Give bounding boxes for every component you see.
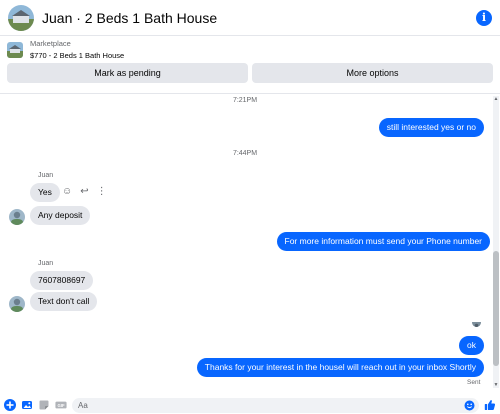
message-bubble-incoming[interactable]: 7607808697 <box>30 271 94 290</box>
sticker-icon[interactable] <box>38 399 50 411</box>
message-bubble-outgoing[interactable]: For more information must send your Phon… <box>276 232 490 251</box>
message-composer: GIF <box>0 396 500 414</box>
message-bubble-incoming[interactable]: Text don't call <box>30 292 98 311</box>
marketplace-label: Marketplace <box>30 39 71 48</box>
mark-as-pending-button[interactable]: Mark as pending <box>7 63 248 83</box>
marketplace-banner: Marketplace $770 - 2 Beds 1 Bath House M… <box>0 37 500 92</box>
timestamp: 7:21PM <box>232 97 258 104</box>
message-input-container <box>72 397 479 413</box>
thread-scrollbar[interactable]: ▲ ▼ <box>493 96 499 388</box>
reply-icon[interactable]: ↩ <box>80 186 88 197</box>
message-bubble-incoming[interactable]: Any deposit <box>30 206 91 225</box>
sender-name: Juan <box>38 172 54 179</box>
seen-avatar-icon <box>472 318 481 327</box>
more-options-button[interactable]: More options <box>252 63 493 83</box>
message-bubble-outgoing[interactable]: still interested yes or no <box>378 118 484 137</box>
sender-avatar[interactable] <box>9 209 25 225</box>
scroll-down-arrow-icon[interactable]: ▼ <box>493 382 499 388</box>
listing-text: Marketplace $770 - 2 Beds 1 Bath House <box>30 39 124 61</box>
chat-header: Juan · 2 Beds 1 Bath House i <box>0 0 500 36</box>
listing-row[interactable]: Marketplace $770 - 2 Beds 1 Bath House <box>0 37 500 63</box>
like-icon[interactable] <box>484 399 496 411</box>
message-actions: ☺ ↩ ⋮ <box>62 186 107 197</box>
listing-actions: Mark as pending More options <box>0 63 500 83</box>
listing-thumbnail <box>7 42 23 58</box>
svg-text:GIF: GIF <box>57 403 65 408</box>
message-input[interactable] <box>78 400 463 410</box>
emoji-icon[interactable] <box>463 399 475 411</box>
listing-avatar[interactable] <box>8 4 34 31</box>
message-bubble-incoming[interactable]: Yes <box>30 183 60 202</box>
message-bubble-outgoing[interactable]: Thanks for your interest in the housel w… <box>196 358 484 377</box>
scroll-up-arrow-icon[interactable]: ▲ <box>493 96 499 102</box>
messenger-chat-window: Juan · 2 Beds 1 Bath House i Marketplace… <box>0 0 500 414</box>
timestamp: 7:44PM <box>232 150 258 157</box>
more-icon[interactable]: ⋮ <box>97 186 107 197</box>
photo-icon[interactable] <box>21 399 33 411</box>
react-icon[interactable]: ☺ <box>62 186 72 197</box>
sender-name: Juan <box>38 260 54 267</box>
scrollbar-thumb[interactable] <box>493 251 499 366</box>
info-icon[interactable]: i <box>476 9 492 26</box>
gif-icon[interactable]: GIF <box>55 399 67 411</box>
sender-avatar[interactable] <box>9 296 25 312</box>
message-status: Sent <box>467 379 481 386</box>
conversation-title[interactable]: Juan · 2 Beds 1 Bath House <box>42 10 476 26</box>
plus-icon[interactable] <box>4 399 16 411</box>
listing-price-title: $770 - 2 Beds 1 Bath House <box>30 51 125 60</box>
message-bubble-outgoing[interactable]: ok <box>459 336 484 355</box>
